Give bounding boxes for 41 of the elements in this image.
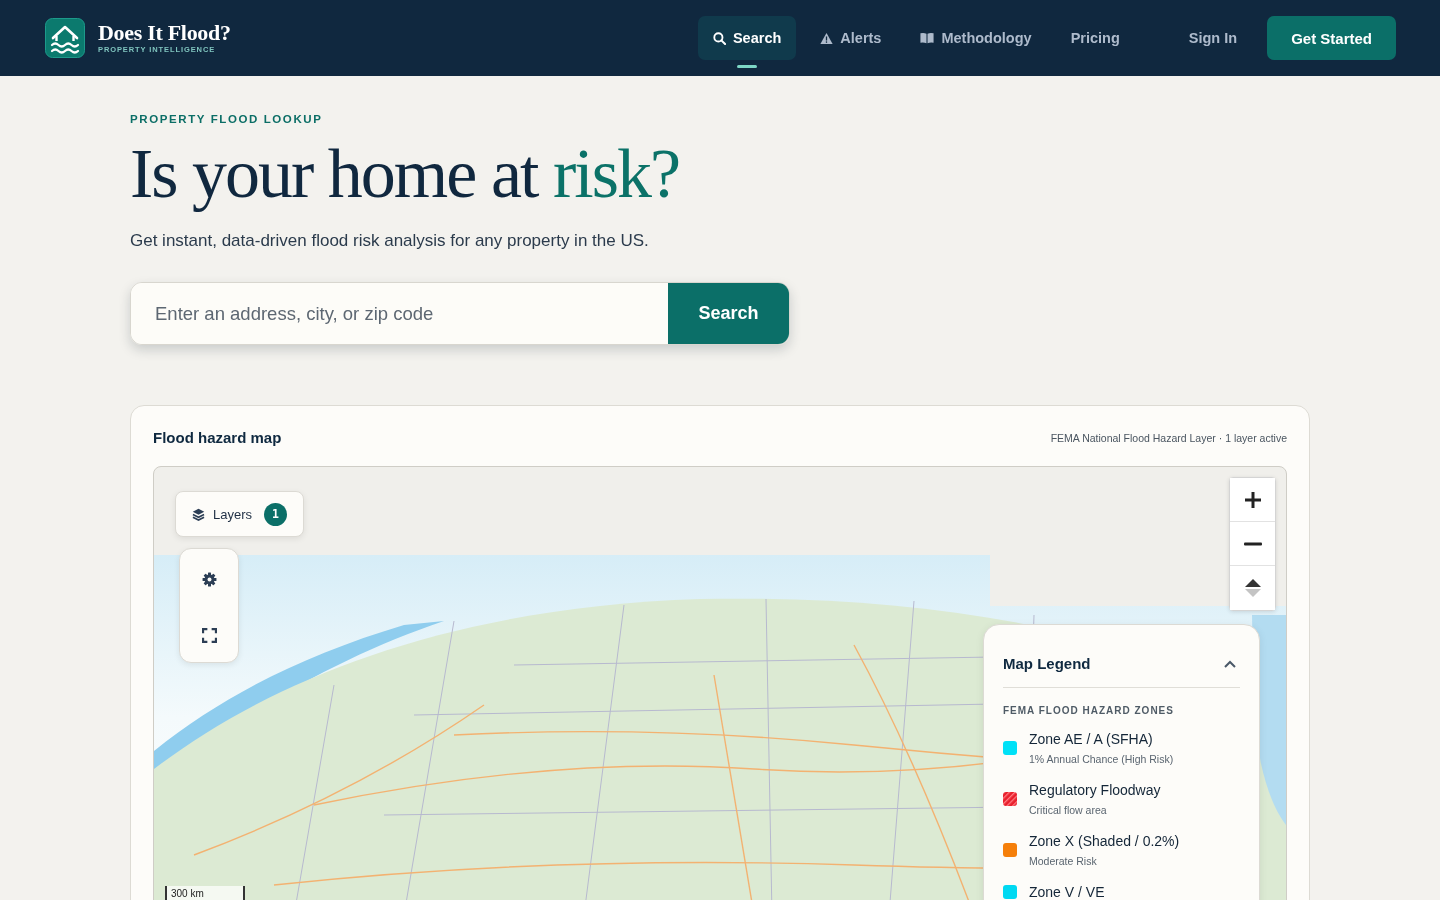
layers-button[interactable]: Layers 1 [175,491,305,537]
nav-tab[interactable]: Alerts [805,16,897,60]
book-icon [920,32,935,44]
zoom-in-button[interactable] [1230,478,1275,522]
section-eyebrow: PROPERTY FLOOD LOOKUP [130,112,324,126]
page-headline: Is your home at risk? [130,138,680,210]
search-icon [712,31,726,45]
fullscreen-icon [201,627,217,643]
zone-description: Moderate Risk [1029,854,1098,868]
legend-title: Map Legend [1003,654,1091,674]
legend-section-label: FEMA FLOOD HAZARD ZONES [1003,704,1175,718]
brand-name[interactable]: Does It Flood? [98,21,231,44]
active-tab-indicator [737,65,758,68]
layers-icon [192,507,205,521]
map-view[interactable]: Layers 1 300 km Map Legend FEMA FLOOD HAZARD ZONES Zone AE / A (SFHA) 1% Annual Chance (High Risk) Regulatory Floodway Critical flow area Zone X (Shaded / 0.2%) Moderate Risk Zone V / VE [153,466,1287,900]
settings-icon [201,571,217,587]
warning-icon [820,31,834,45]
zone-label: Regulatory Floodway [1029,781,1161,799]
page-subtitle: Get instant, data-driven flood risk analysis for any property in the US. [130,231,650,251]
compass-icon [1243,578,1262,598]
house-wave-logo-icon[interactable] [45,18,85,58]
zoom-out-icon [1243,541,1262,546]
search-button[interactable]: Search [668,283,789,344]
get-started-button[interactable]: Get Started [1267,16,1396,60]
compass-button[interactable] [1230,566,1275,610]
card-title: Flood hazard map [153,428,282,448]
chevron-icon [1224,660,1236,668]
zone-label: Zone X (Shaded / 0.2%) [1029,832,1180,850]
layer-count-badge: 1 [264,502,288,526]
nav-tab[interactable]: Pricing [1055,16,1135,60]
zone-label: Zone AE / A (SFHA) [1029,730,1154,748]
layer-source-note: FEMA National Flood Hazard Layer · 1 layer active [1050,432,1287,444]
nav-tab[interactable]: Methodology [905,16,1047,60]
zone-label: Zone V / VE [1029,883,1105,900]
address-search-field[interactable]: Enter an address, city, or zip code [131,283,668,344]
map-scale: 300 km [165,886,245,900]
nav-tab[interactable]: Search [697,16,797,60]
sign-in-link[interactable]: Sign In [1173,30,1253,46]
zoom-in-icon [1243,490,1262,509]
zone-description: 1% Annual Chance (High Risk) [1029,752,1174,766]
zone-description: Critical flow area [1029,803,1108,817]
